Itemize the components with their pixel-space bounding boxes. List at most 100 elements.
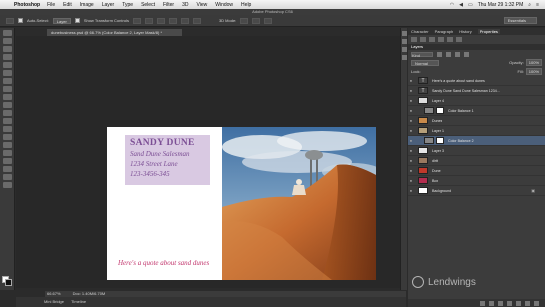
layer-mask-thumb[interactable] [436, 107, 444, 114]
quick-select-tool-icon[interactable] [2, 54, 12, 60]
move-tool-icon[interactable] [2, 30, 12, 36]
link-layers-icon[interactable] [480, 300, 485, 306]
align-center-icon[interactable] [180, 17, 189, 24]
visibility-eye-icon[interactable]: ● [408, 148, 414, 153]
filter-adjust-icon[interactable] [446, 51, 451, 57]
blur-tool-icon[interactable] [2, 126, 12, 132]
layer-style-icon[interactable] [489, 300, 494, 306]
layer-name[interactable]: Sandy Dune Sand Dune Salesman 1234... [432, 89, 500, 93]
align-middle-icon[interactable] [144, 17, 153, 24]
filter-type-icon[interactable] [455, 51, 460, 57]
layer-name[interactable]: Color Balance 1 [448, 109, 474, 113]
layer-name[interactable]: Layer 4 [432, 99, 444, 103]
layer-row[interactable]: ● Layer 1 [408, 126, 545, 136]
layer-row[interactable]: ● dirtt [408, 156, 545, 166]
swatches-panel-icon[interactable] [401, 47, 407, 52]
tab-character[interactable]: Character [411, 29, 429, 34]
hand-tool-icon[interactable] [2, 174, 12, 180]
clone-stamp-tool-icon[interactable] [2, 94, 12, 100]
layer-name[interactable]: Layer 1 [432, 129, 444, 133]
layer-filter-kind[interactable]: Kind [411, 51, 433, 58]
tab-mini-bridge[interactable]: Mini Bridge [44, 299, 64, 304]
trash-icon[interactable] [534, 300, 539, 306]
layer-name[interactable]: Layer 3 [432, 149, 444, 153]
layer-name[interactable]: Box [432, 179, 438, 183]
spotlight-search-icon[interactable]: ⌕ [528, 2, 531, 8]
crop-tool-icon[interactable] [2, 62, 12, 68]
new-adjustment-icon[interactable] [507, 300, 512, 306]
panel-icon-4[interactable] [438, 37, 444, 42]
pen-tool-icon[interactable] [2, 142, 12, 148]
filter-pixel-icon[interactable] [437, 51, 442, 57]
document-tab[interactable]: dunebusiness.psd @ 66.7% (Color Balance … [47, 29, 182, 36]
visibility-eye-icon[interactable]: ● [408, 178, 414, 183]
volume-icon[interactable]: ◀ [459, 2, 463, 8]
visibility-eye-icon[interactable]: ● [408, 158, 414, 163]
path-select-tool-icon[interactable] [2, 158, 12, 164]
marquee-tool-icon[interactable] [2, 38, 12, 44]
shape-tool-icon[interactable] [2, 166, 12, 172]
layer-row[interactable]: ● Dunes [408, 116, 545, 126]
type-tool-icon[interactable] [2, 150, 12, 156]
gradient-tool-icon[interactable] [2, 118, 12, 124]
auto-select-dropdown[interactable]: Layer [52, 17, 71, 24]
visibility-eye-icon[interactable]: ● [408, 88, 414, 93]
panel-icon-3[interactable] [429, 37, 435, 42]
history-brush-tool-icon[interactable] [2, 102, 12, 108]
layer-name[interactable]: Background [432, 189, 451, 193]
panel-icon-1[interactable] [411, 37, 417, 42]
history-panel-icon[interactable] [401, 31, 407, 36]
opacity-field[interactable]: 100% [525, 59, 542, 66]
align-bottom-icon[interactable] [156, 17, 165, 24]
menu-edit[interactable]: Edit [63, 2, 72, 8]
layer-row-selected[interactable]: ● Color Balance 2 [408, 136, 545, 146]
layer-row[interactable]: ● T Here's a quote about sand dunes [408, 76, 545, 86]
show-transform-checkbox[interactable] [74, 18, 80, 23]
menu-3d[interactable]: 3D [182, 2, 188, 8]
panel-icon-5[interactable] [447, 37, 453, 42]
menu-file[interactable]: File [47, 2, 55, 8]
menu-image[interactable]: Image [80, 2, 94, 8]
menubar-clock[interactable]: Thu Mar 29 1:32 PM [478, 2, 524, 8]
layer-row[interactable]: ● Layer 3 [408, 146, 545, 156]
3d-pan-icon[interactable] [264, 17, 273, 24]
tab-history[interactable]: History [459, 29, 471, 34]
brush-tool-icon[interactable] [2, 86, 12, 92]
layer-row[interactable]: ● T Sandy Dune Sand Dune Salesman 1234..… [408, 86, 545, 96]
align-left-icon[interactable] [168, 17, 177, 24]
fill-field[interactable]: 100% [525, 68, 542, 75]
tab-properties[interactable]: Properties [477, 29, 500, 34]
notification-icon[interactable]: ≡ [536, 2, 539, 8]
app-menu[interactable]: Photoshop [14, 2, 40, 8]
tab-timeline[interactable]: Timeline [71, 299, 86, 304]
add-mask-icon[interactable] [498, 300, 503, 306]
move-tool-preset-icon[interactable] [6, 17, 14, 24]
layer-name[interactable]: dirtt [432, 159, 438, 163]
layer-name[interactable]: Here's a quote about sand dunes [432, 79, 485, 83]
layer-name[interactable]: Dune [432, 169, 441, 173]
business-card-artboard[interactable]: SANDY DUNE Sand Dune Salesman 1234 Stree… [107, 127, 376, 280]
visibility-eye-icon[interactable]: ● [408, 118, 414, 123]
actions-panel-icon[interactable] [401, 39, 407, 44]
visibility-eye-icon[interactable]: ● [408, 138, 414, 143]
new-group-icon[interactable] [516, 300, 521, 306]
layer-name[interactable]: Color Balance 2 [448, 139, 474, 143]
background-color-swatch[interactable] [5, 279, 12, 286]
eyedropper-tool-icon[interactable] [2, 70, 12, 76]
panel-icon-6[interactable] [456, 37, 462, 42]
menu-select[interactable]: Select [141, 2, 155, 8]
layer-row[interactable]: ● Box [408, 176, 545, 186]
new-layer-icon[interactable] [525, 300, 530, 306]
layer-row[interactable]: ● Layer 4 [408, 96, 545, 106]
menu-filter[interactable]: Filter [163, 2, 174, 8]
layer-row[interactable]: ● Color Balance 1 [408, 106, 545, 116]
visibility-eye-icon[interactable]: ● [408, 98, 414, 103]
tab-paragraph[interactable]: Paragraph [435, 29, 454, 34]
blend-mode-dropdown[interactable]: Normal [411, 59, 439, 66]
filter-shape-icon[interactable] [464, 51, 469, 57]
visibility-eye-icon[interactable]: ● [408, 188, 414, 193]
menu-view[interactable]: View [197, 2, 208, 8]
menu-help[interactable]: Help [241, 2, 251, 8]
panel-icon-2[interactable] [420, 37, 426, 42]
layer-mask-thumb[interactable] [436, 137, 444, 144]
